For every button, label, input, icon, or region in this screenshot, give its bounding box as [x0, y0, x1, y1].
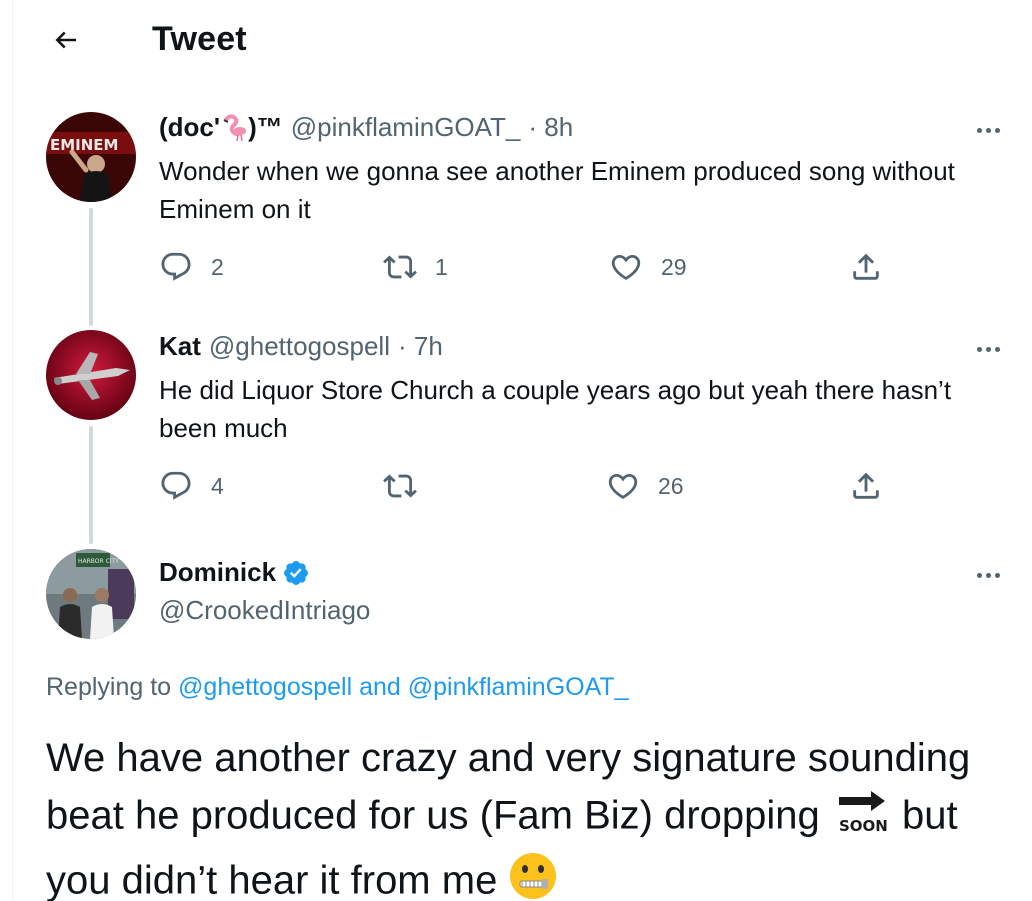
retweet-button[interactable] [383, 469, 435, 503]
tweet-time[interactable]: · 7h [398, 331, 443, 362]
tweet-text: Wonder when we gonna see another Eminem … [159, 156, 955, 224]
page-header: Tweet [0, 0, 1032, 82]
soon-label: SOON [839, 817, 888, 835]
avatar[interactable]: EMINEM [46, 112, 136, 202]
more-options-button[interactable] [970, 337, 1006, 361]
soon-arrow-icon: SOON [831, 785, 891, 851]
tweet-text: He did Liquor Store Church a couple year… [159, 375, 952, 443]
zipper-mouth-face-icon [508, 851, 558, 901]
back-arrow-icon [55, 31, 76, 49]
user-handle[interactable]: @ghettogospell [209, 331, 390, 362]
avatar[interactable] [46, 330, 136, 420]
retweet-icon [383, 474, 417, 498]
page-title: Tweet [152, 20, 247, 58]
thread-line [89, 208, 93, 326]
user-handle[interactable]: @pinkflaminGOAT_ [291, 112, 521, 143]
replying-to-line: Replying to @ghettogospell and @pinkflam… [46, 673, 629, 702]
replying-and[interactable]: and [359, 673, 401, 701]
tweet-time[interactable]: · 8h [528, 112, 573, 143]
like-count: 29 [661, 253, 687, 280]
user-handle[interactable]: @CrookedIntriago [159, 595, 370, 626]
retweet-icon [383, 255, 417, 279]
avatar-sign-text: HARBOR CITY [78, 558, 119, 565]
share-button[interactable] [849, 250, 883, 284]
more-options-button[interactable] [970, 563, 1006, 587]
replying-prefix: Replying to [46, 673, 172, 701]
heart-icon [608, 473, 638, 499]
reply-count: 2 [211, 253, 224, 280]
mention-link[interactable]: @ghettogospell [178, 673, 352, 701]
more-options-button[interactable] [970, 118, 1006, 142]
share-icon [853, 253, 879, 280]
reply-count: 4 [211, 472, 224, 499]
display-name[interactable]: Dominick [159, 557, 276, 588]
verified-badge-icon [282, 559, 310, 587]
retweet-button[interactable]: 1 [383, 250, 448, 284]
thread-line [89, 426, 93, 544]
display-name[interactable]: Kat [159, 331, 201, 362]
like-count: 26 [658, 472, 684, 499]
retweet-count: 1 [435, 253, 448, 280]
tweet-header: Kat @ghettogospell · 7h [159, 331, 443, 362]
reply-button[interactable]: 4 [159, 469, 224, 503]
like-button[interactable]: 26 [606, 469, 684, 503]
tweet-header: Dominick [159, 557, 310, 588]
avatar[interactable]: HARBOR CITY [46, 549, 136, 639]
display-name[interactable]: (doc' )™ [159, 112, 283, 143]
tweet-actions: 4 26 [159, 469, 899, 509]
mention-link[interactable]: @pinkflaminGOAT_ [408, 673, 629, 701]
share-icon [853, 472, 879, 499]
reply-icon [161, 471, 191, 500]
share-button[interactable] [849, 469, 883, 503]
avatar-sign-text: EMINEM [50, 136, 118, 154]
reply-icon [161, 252, 191, 281]
tweet-header: (doc' )™ @pinkflaminGOAT_ · 8h [159, 112, 573, 143]
flamingo-icon [223, 114, 247, 142]
main-tweet-text: We have another crazy and very signature… [46, 732, 1006, 901]
tweet-actions: 2 1 29 [159, 250, 899, 290]
back-button[interactable] [46, 22, 86, 58]
column-border [12, 0, 13, 901]
heart-icon [611, 254, 641, 280]
like-button[interactable]: 29 [609, 250, 687, 284]
reply-button[interactable]: 2 [159, 250, 224, 284]
